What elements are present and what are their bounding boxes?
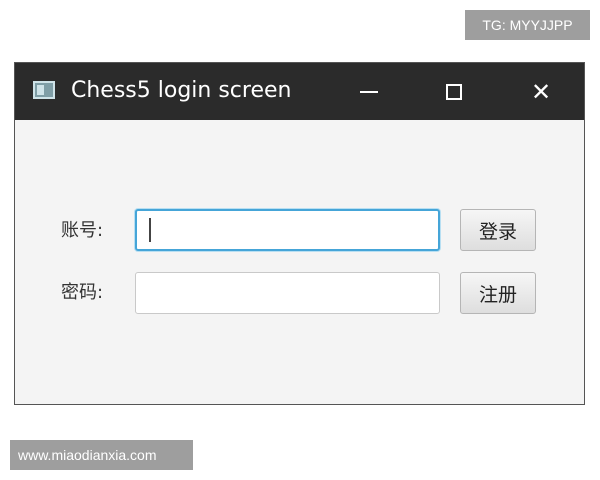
login-window: Chess5 login screen ✕ 账号: 登录 密码: 注册: [14, 62, 585, 405]
account-input[interactable]: [135, 209, 440, 251]
register-button[interactable]: 注册: [460, 272, 536, 314]
close-icon: ✕: [530, 77, 552, 106]
watermark-top-text: TG: MYYJJPP: [482, 17, 573, 33]
minimize-icon: [360, 90, 378, 93]
app-window-icon: [33, 81, 55, 99]
password-label: 密码:: [61, 282, 104, 303]
account-label: 账号:: [61, 220, 104, 241]
window-title: Chess5 login screen: [71, 78, 292, 103]
text-cursor: [149, 218, 151, 242]
login-button[interactable]: 登录: [460, 209, 536, 251]
password-input[interactable]: [135, 272, 440, 314]
close-button[interactable]: ✕: [513, 63, 569, 120]
watermark-bottom-text: www.miaodianxia.com: [18, 447, 157, 463]
maximize-button[interactable]: [426, 63, 482, 120]
watermark-top: TG: MYYJJPP: [465, 10, 590, 40]
title-bar[interactable]: Chess5 login screen ✕: [15, 63, 584, 120]
watermark-bottom: www.miaodianxia.com: [10, 440, 193, 470]
minimize-button[interactable]: [341, 63, 397, 120]
maximize-icon: [446, 83, 462, 100]
